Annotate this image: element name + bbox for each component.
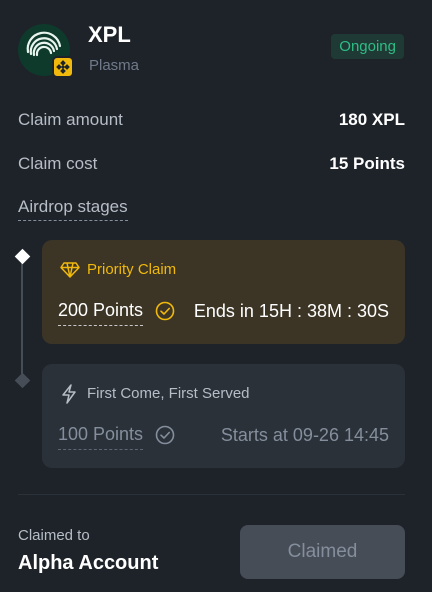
- claimed-to-label: Claimed to: [18, 527, 90, 544]
- stage-points[interactable]: 200 Points: [58, 300, 144, 326]
- status-badge: Ongoing: [331, 34, 404, 59]
- check-circle-icon: [155, 301, 175, 321]
- timeline-marker-upcoming: [14, 372, 31, 389]
- airdrop-stages-label[interactable]: Airdrop stages: [18, 197, 128, 221]
- timeline-line: [21, 262, 23, 378]
- stage-countdown: Ends in 15H : 38M : 30S: [193, 301, 389, 321]
- stage-title-text: First Come, First Served: [87, 385, 250, 402]
- stage-card-priority-claim[interactable]: Priority Claim 200 Points Ends in 15H : …: [42, 240, 405, 344]
- claim-cost-label: Claim cost: [18, 154, 98, 173]
- claimed-button[interactable]: Claimed: [240, 525, 405, 579]
- claim-amount-row: Claim amount 180 XPL: [18, 110, 405, 134]
- stage-start-time: Starts at 09-26 14:45: [220, 425, 389, 445]
- claim-amount-value: 180 XPL: [338, 110, 405, 129]
- stage-card-first-come[interactable]: First Come, First Served 100 Points Star…: [42, 364, 405, 468]
- token-network: Plasma: [89, 57, 140, 74]
- diamond-gem-icon: [60, 262, 80, 278]
- lightning-icon: [62, 384, 76, 404]
- claim-amount-label: Claim amount: [18, 110, 123, 129]
- stage-points[interactable]: 100 Points: [58, 424, 144, 450]
- claim-cost-row: Claim cost 15 Points: [18, 154, 405, 178]
- claimed-to-account: Alpha Account: [18, 552, 159, 574]
- token-header: XPL Plasma Ongoing: [18, 20, 414, 78]
- check-circle-icon: [155, 425, 175, 445]
- bnb-chain-icon: [52, 56, 74, 78]
- claim-cost-value: 15 Points: [329, 154, 405, 173]
- divider: [18, 494, 405, 495]
- token-symbol: XPL: [88, 22, 131, 47]
- stage-title-text: Priority Claim: [87, 261, 177, 278]
- timeline-marker-active: [14, 248, 31, 265]
